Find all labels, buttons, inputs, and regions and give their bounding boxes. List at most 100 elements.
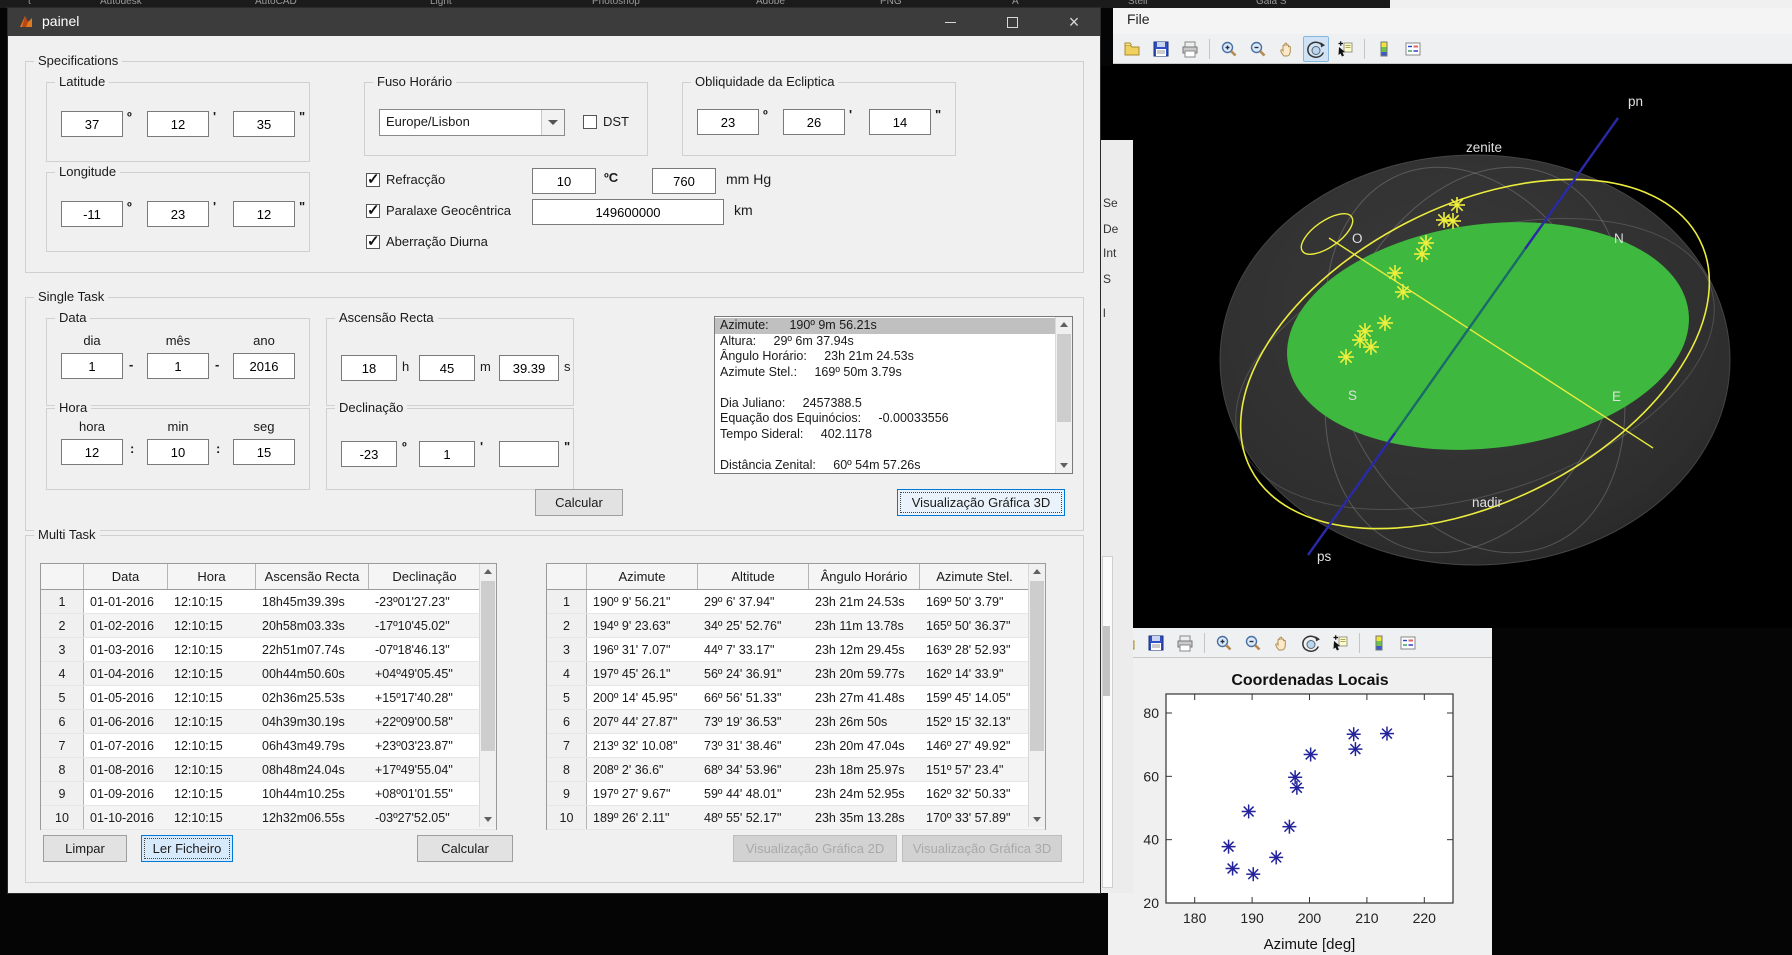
table-cell[interactable]: 170º 33' 57.89": [920, 806, 1030, 829]
table-cell[interactable]: 12:10:15: [168, 590, 256, 613]
table-cell[interactable]: 200º 14' 45.95": [587, 686, 698, 709]
table-cell[interactable]: 01-09-2016: [84, 782, 168, 805]
result-line[interactable]: Tempo Sideral: 402.1178: [715, 427, 1055, 443]
table-cell[interactable]: 06h43m49.79s: [256, 734, 369, 757]
pressure-field[interactable]: [652, 168, 716, 194]
scroll-up-icon[interactable]: [1056, 317, 1072, 333]
table-cell[interactable]: 23h 11m 13.78s: [809, 614, 920, 637]
datacursor-icon[interactable]: [1332, 36, 1358, 62]
table-cell[interactable]: 146º 27' 49.92": [920, 734, 1030, 757]
table-row[interactable]: 601-06-201612:10:1504h39m30.19s+22º09'00…: [41, 710, 496, 734]
table-row[interactable]: 2194º 9' 23.63"34º 25' 52.76"23h 11m 13.…: [547, 614, 1045, 638]
rotate3d-icon[interactable]: [1298, 630, 1324, 656]
table-cell[interactable]: 207º 44' 27.87": [587, 710, 698, 733]
scroll-down-icon[interactable]: [1056, 457, 1072, 473]
table-cell[interactable]: 169º 50' 3.79": [920, 590, 1030, 613]
row-number-cell[interactable]: 6: [41, 710, 84, 733]
table-cell[interactable]: 12:10:15: [168, 614, 256, 637]
latitude-deg-field[interactable]: [61, 111, 123, 137]
table-row[interactable]: 4197º 45' 26.1"56º 24' 36.91"23h 20m 59.…: [547, 662, 1045, 686]
result-line[interactable]: Dia Juliano: 2457388.5: [715, 396, 1055, 412]
scroll-up-icon[interactable]: [480, 564, 496, 580]
table-row[interactable]: 1001-10-201612:10:1512h32m06.55s-03º27'5…: [41, 806, 496, 830]
print-icon[interactable]: [1177, 36, 1203, 62]
table-cell[interactable]: 162º 32' 50.33": [920, 782, 1030, 805]
save-icon[interactable]: [1148, 36, 1174, 62]
table-cell[interactable]: 12:10:15: [168, 758, 256, 781]
table-cell[interactable]: 190º 9' 56.21": [587, 590, 698, 613]
calcular-button[interactable]: Calcular: [535, 489, 623, 516]
scatter-plot[interactable]: 18019020021022020406080Azimute [deg]Altu…: [1108, 668, 1492, 955]
row-number-cell[interactable]: 6: [547, 710, 587, 733]
table-row[interactable]: 10189º 26' 2.11"48º 55' 52.17"23h 35m 13…: [547, 806, 1045, 830]
table-cell[interactable]: -17º10'45.02": [369, 614, 481, 637]
table-cell[interactable]: 73º 31' 38.46": [698, 734, 809, 757]
row-number-cell[interactable]: 1: [41, 590, 84, 613]
table-cell[interactable]: 01-06-2016: [84, 710, 168, 733]
refraccao-checkbox[interactable]: [366, 173, 380, 187]
scroll-thumb[interactable]: [1030, 581, 1044, 751]
dec-sec-field[interactable]: [499, 441, 559, 467]
latitude-sec-field[interactable]: [233, 111, 295, 137]
longitude-min-field[interactable]: [147, 201, 209, 227]
table-cell[interactable]: 23h 18m 25.97s: [809, 758, 920, 781]
table-cell[interactable]: 196º 31' 7.07": [587, 638, 698, 661]
scroll-thumb[interactable]: [481, 581, 495, 751]
table-cell[interactable]: 01-08-2016: [84, 758, 168, 781]
result-line[interactable]: Ângulo Horário: 23h 21m 24.53s: [715, 349, 1055, 365]
dst-checkbox[interactable]: [583, 115, 597, 129]
longitude-deg-field[interactable]: [61, 201, 123, 227]
latitude-min-field[interactable]: [147, 111, 209, 137]
input-table[interactable]: DataHoraAscensão RectaDeclinação101-01-2…: [40, 563, 497, 830]
table-cell[interactable]: 66º 56' 51.33": [698, 686, 809, 709]
limpar-button[interactable]: Limpar: [43, 835, 127, 862]
table-cell[interactable]: 23h 21m 24.53s: [809, 590, 920, 613]
table-cell[interactable]: 56º 24' 36.91": [698, 662, 809, 685]
table-cell[interactable]: 12:10:15: [168, 734, 256, 757]
datacursor-icon[interactable]: [1327, 630, 1353, 656]
table-row[interactable]: 1190º 9' 56.21"29º 6' 37.94"23h 21m 24.5…: [547, 590, 1045, 614]
pan-icon[interactable]: [1269, 630, 1295, 656]
table-row[interactable]: 401-04-201612:10:1500h44m50.60s+04º49'05…: [41, 662, 496, 686]
table-cell[interactable]: 151º 57' 23.4": [920, 758, 1030, 781]
result-line[interactable]: [715, 442, 1055, 458]
seg-field[interactable]: [233, 439, 295, 465]
table-cell[interactable]: 23h 20m 59.77s: [809, 662, 920, 685]
zoom-in-icon[interactable]: [1216, 36, 1242, 62]
scroll-down-icon[interactable]: [480, 811, 496, 827]
table-row[interactable]: 501-05-201612:10:1502h36m25.53s+15º17'40…: [41, 686, 496, 710]
distance-field[interactable]: [532, 199, 724, 225]
output-table[interactable]: AzimuteAltitudeÂngulo HorárioAzimute Ste…: [546, 563, 1046, 830]
table-cell[interactable]: 01-03-2016: [84, 638, 168, 661]
close-button[interactable]: ×: [1052, 8, 1096, 36]
obliquidade-deg-field[interactable]: [697, 109, 759, 135]
table-cell[interactable]: -07º18'46.13": [369, 638, 481, 661]
table-row[interactable]: 6207º 44' 27.87"73º 19' 36.53"23h 26m 50…: [547, 710, 1045, 734]
celestial-sphere-plot[interactable]: pnzeniteONSEnadirps: [1113, 64, 1792, 628]
dia-field[interactable]: [61, 353, 123, 379]
print-icon[interactable]: [1172, 630, 1198, 656]
table-cell[interactable]: -03º27'52.05": [369, 806, 481, 829]
table-cell[interactable]: -23º01'27.23": [369, 590, 481, 613]
ano-field[interactable]: [233, 353, 295, 379]
table-cell[interactable]: 01-01-2016: [84, 590, 168, 613]
row-number-cell[interactable]: 2: [41, 614, 84, 637]
visualizacao-grafica-3d-button-disabled[interactable]: Visualização Gráfica 3D: [902, 835, 1062, 862]
table-cell[interactable]: 23h 24m 52.95s: [809, 782, 920, 805]
table-row[interactable]: 901-09-201612:10:1510h44m10.25s+08º01'01…: [41, 782, 496, 806]
table-row[interactable]: 7213º 32' 10.08"73º 31' 38.46"23h 20m 47…: [547, 734, 1045, 758]
painel-titlebar[interactable]: painel ×: [8, 8, 1100, 36]
save-icon[interactable]: [1143, 630, 1169, 656]
table-cell[interactable]: 10h44m10.25s: [256, 782, 369, 805]
table-cell[interactable]: 12:10:15: [168, 806, 256, 829]
table-cell[interactable]: 23h 12m 29.45s: [809, 638, 920, 661]
table-scrollbar[interactable]: [1028, 564, 1045, 827]
table-cell[interactable]: 08h48m24.04s: [256, 758, 369, 781]
zoom-out-icon[interactable]: [1240, 630, 1266, 656]
table-scrollbar[interactable]: [479, 564, 496, 827]
temperature-field[interactable]: [532, 168, 596, 194]
longitude-sec-field[interactable]: [233, 201, 295, 227]
table-cell[interactable]: 01-07-2016: [84, 734, 168, 757]
result-line[interactable]: Azimute: 190º 9m 56.21s: [715, 318, 1055, 334]
paralaxe-checkbox[interactable]: [366, 204, 380, 218]
